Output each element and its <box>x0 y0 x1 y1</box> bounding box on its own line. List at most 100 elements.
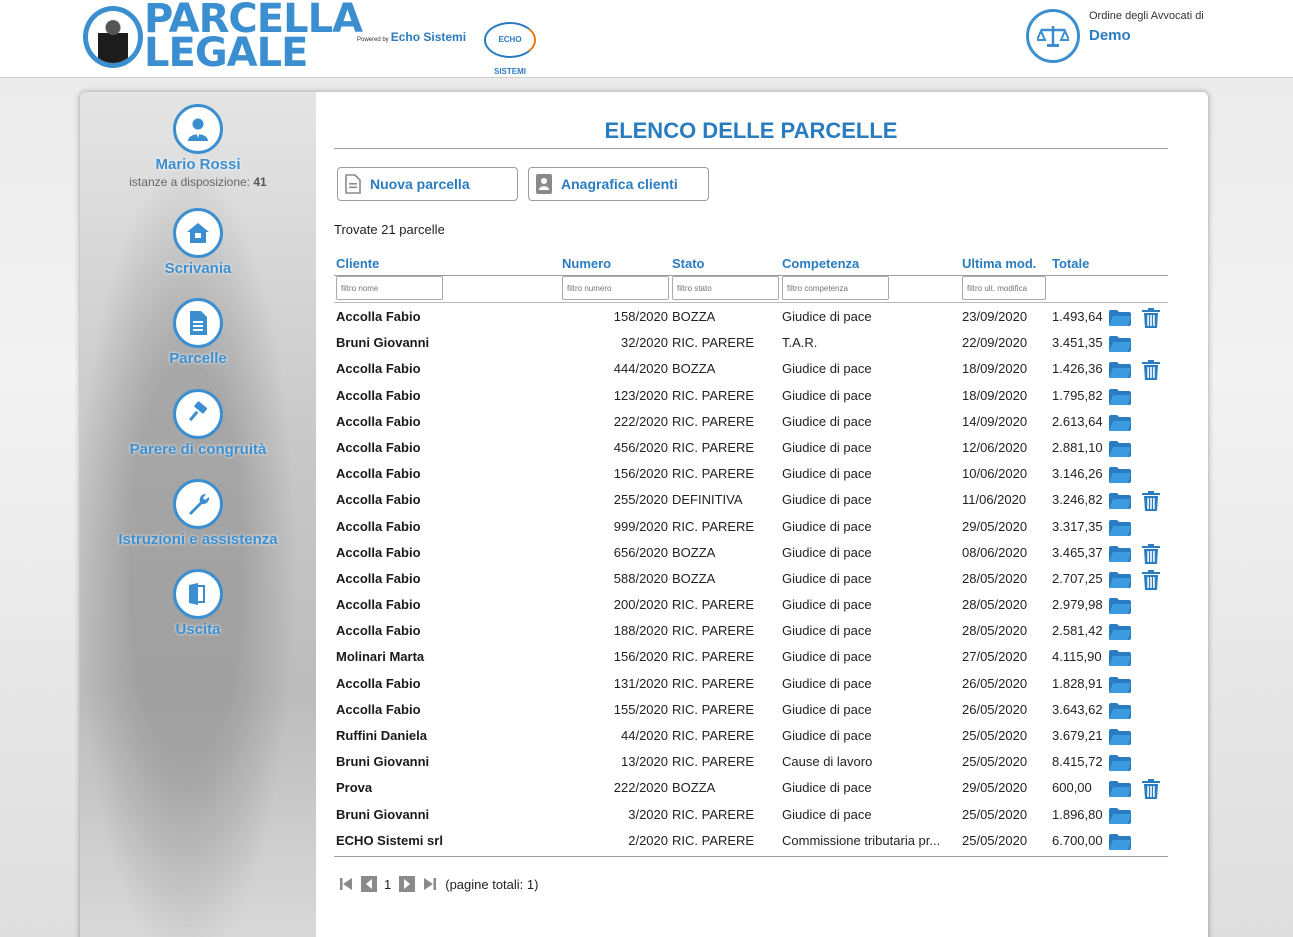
sidebar-item-istruzioni-assistenza[interactable]: Istruzioni e assistenza <box>80 479 316 548</box>
cell-stato: RIC. PARERE <box>672 832 755 848</box>
cell-ultima-mod: 08/06/2020 <box>962 544 1028 560</box>
last-page-icon[interactable] <box>422 876 438 892</box>
column-header-ultima-mod[interactable]: Ultima mod. <box>962 256 1036 272</box>
sidebar-item-parcelle[interactable]: Parcelle <box>80 298 316 367</box>
column-header-competenza[interactable]: Competenza <box>782 256 859 272</box>
table-row[interactable]: Bruni Giovanni 13/2020 RIC. PARERE Cause di… <box>334 750 1168 776</box>
open-folder-icon[interactable] <box>1109 519 1131 536</box>
cell-stato: BOZZA <box>672 309 716 324</box>
table-row[interactable]: Accolla Fabio 188/2020 RIC. PARERE Giudice … <box>334 619 1168 645</box>
table-row[interactable]: Ruffini Daniela 44/2020 RIC. PARERE Giudice… <box>334 724 1168 750</box>
open-folder-icon[interactable] <box>1109 833 1131 850</box>
cell-cliente: Accolla Fabio <box>336 387 421 403</box>
cell-competenza: Giudice di pace <box>782 701 872 717</box>
open-folder-icon[interactable] <box>1109 545 1131 562</box>
table-row[interactable]: Accolla Fabio 456/2020 RIC. PARERE Giudice … <box>334 436 1168 462</box>
open-folder-icon[interactable] <box>1109 598 1131 615</box>
table-row[interactable]: Accolla Fabio 588/2020 BOZZA Giudice di pac… <box>334 567 1168 593</box>
open-folder-icon[interactable] <box>1109 650 1131 667</box>
first-page-icon[interactable] <box>338 876 354 892</box>
trash-icon[interactable] <box>1142 543 1160 564</box>
table-row[interactable]: Accolla Fabio 156/2020 RIC. PARERE Giudice … <box>334 462 1168 488</box>
cell-totale: 3.679,21 <box>1052 728 1103 743</box>
filter-ult-modifica-input[interactable] <box>962 276 1046 300</box>
open-folder-icon[interactable] <box>1109 310 1131 326</box>
table-row[interactable]: Accolla Fabio 222/2020 RIC. PARERE Giudice … <box>334 410 1168 436</box>
trash-icon[interactable] <box>1142 779 1160 800</box>
open-folder-icon[interactable] <box>1109 729 1131 745</box>
table-row[interactable]: Accolla Fabio 999/2020 RIC. PARERE Giudice … <box>334 515 1168 541</box>
next-page-icon[interactable] <box>399 876 416 892</box>
table-row[interactable]: Accolla Fabio 131/2020 RIC. PARERE Giudice … <box>334 672 1168 698</box>
instances-info: istanze a disposizione: 41 <box>129 175 267 189</box>
cell-ultima-mod: 28/05/2020 <box>962 623 1028 639</box>
cell-stato: BOZZA <box>672 544 716 560</box>
cell-stato: RIC. PARERE <box>672 754 755 770</box>
column-header-stato[interactable]: Stato <box>672 256 705 272</box>
open-folder-icon[interactable] <box>1109 624 1131 641</box>
open-folder-icon[interactable] <box>1109 467 1131 484</box>
cell-totale: 8.415,72 <box>1052 754 1103 770</box>
parcelle-table-body: Accolla Fabio 158/2020 BOZZA Giudice di pac… <box>334 305 1168 855</box>
sidebar-item-parere-congruita[interactable]: Parere di congruità <box>80 389 316 458</box>
trash-icon[interactable] <box>1142 308 1160 328</box>
cell-competenza: Giudice di pace <box>782 492 872 508</box>
open-folder-icon[interactable] <box>1109 702 1131 719</box>
cell-stato: RIC. PARERE <box>672 413 755 429</box>
trash-icon[interactable] <box>1142 360 1160 381</box>
table-row[interactable]: Accolla Fabio 656/2020 BOZZA Giudice di pac… <box>334 541 1168 567</box>
table-row[interactable]: Accolla Fabio 123/2020 RIC. PARERE Giudice … <box>334 384 1168 410</box>
table-row[interactable]: Bruni Giovanni 3/2020 RIC. PARERE Giudice d… <box>334 803 1168 829</box>
table-row[interactable]: Accolla Fabio 255/2020 DEFINITIVA Giudice d… <box>334 488 1168 514</box>
cell-totale: 2.881,10 <box>1052 439 1103 455</box>
open-folder-icon[interactable] <box>1109 781 1131 798</box>
table-row[interactable]: Accolla Fabio 444/2020 BOZZA Giudice di pac… <box>334 357 1168 383</box>
open-folder-icon[interactable] <box>1109 414 1131 431</box>
prev-page-icon[interactable] <box>361 876 377 892</box>
table-row[interactable]: Prova 222/2020 BOZZA Giudice di pace 29/05/2… <box>334 776 1168 802</box>
table-row[interactable]: Accolla Fabio 200/2020 RIC. PARERE Giudice … <box>334 593 1168 619</box>
table-row[interactable]: Accolla Fabio 155/2020 RIC. PARERE Giudice … <box>334 698 1168 724</box>
sidebar-item-scrivania[interactable]: Scrivania <box>80 208 316 277</box>
pagination: 1 (pagine totali: 1) <box>338 874 538 894</box>
column-header-numero[interactable]: Numero <box>562 256 611 272</box>
filter-nome-input[interactable] <box>336 276 443 300</box>
table-row[interactable]: Molinari Marta 156/2020 RIC. PARERE Giudice… <box>334 645 1168 671</box>
app-logo[interactable]: PARCELLA LEGALE <box>144 0 363 73</box>
open-folder-icon[interactable] <box>1109 388 1131 405</box>
trash-icon[interactable] <box>1142 569 1160 590</box>
open-folder-icon[interactable] <box>1109 336 1131 353</box>
table-row[interactable]: Bruni Giovanni 32/2020 RIC. PARERE T.A.R. 22… <box>334 331 1168 357</box>
filter-divider <box>334 302 1168 303</box>
cell-totale: 1.896,80 <box>1052 806 1103 822</box>
cell-cliente: Accolla Fabio <box>336 492 421 508</box>
open-folder-icon[interactable] <box>1109 676 1131 693</box>
anagrafica-clienti-button[interactable]: Anagrafica clienti <box>528 167 709 201</box>
cell-stato: RIC. PARERE <box>672 387 755 403</box>
open-folder-icon[interactable] <box>1109 571 1131 588</box>
cell-totale: 1.426,36 <box>1052 361 1103 377</box>
filter-numero-input[interactable] <box>562 276 669 300</box>
column-header-totale[interactable]: Totale <box>1052 256 1089 272</box>
cell-competenza: Giudice di pace <box>782 623 872 639</box>
cell-cliente: Accolla Fabio <box>336 518 421 534</box>
column-header-cliente[interactable]: Cliente <box>336 256 379 272</box>
trash-icon[interactable] <box>1142 491 1160 512</box>
table-row[interactable]: Accolla Fabio 158/2020 BOZZA Giudice di pac… <box>334 305 1168 331</box>
filter-competenza-input[interactable] <box>782 276 889 300</box>
open-folder-icon[interactable] <box>1109 755 1131 772</box>
cell-cliente: Accolla Fabio <box>336 544 421 560</box>
sidebar-item-uscita[interactable]: Uscita <box>80 569 316 638</box>
open-folder-icon[interactable] <box>1109 440 1131 457</box>
filter-stato-input[interactable] <box>672 276 779 300</box>
cell-numero: 3/2020 <box>628 806 668 822</box>
open-folder-icon[interactable] <box>1109 493 1131 510</box>
new-parcella-button[interactable]: Nuova parcella <box>337 167 518 201</box>
cell-totale: 600,00 <box>1052 780 1092 796</box>
results-count: Trovate 21 parcelle <box>334 222 445 237</box>
cell-cliente: Accolla Fabio <box>336 413 421 429</box>
open-folder-icon[interactable] <box>1109 807 1131 824</box>
open-folder-icon[interactable] <box>1109 362 1131 379</box>
cell-competenza: Giudice di pace <box>782 570 872 586</box>
table-row[interactable]: ECHO Sistemi srl 2/2020 RIC. PARERE Commiss… <box>334 829 1168 855</box>
